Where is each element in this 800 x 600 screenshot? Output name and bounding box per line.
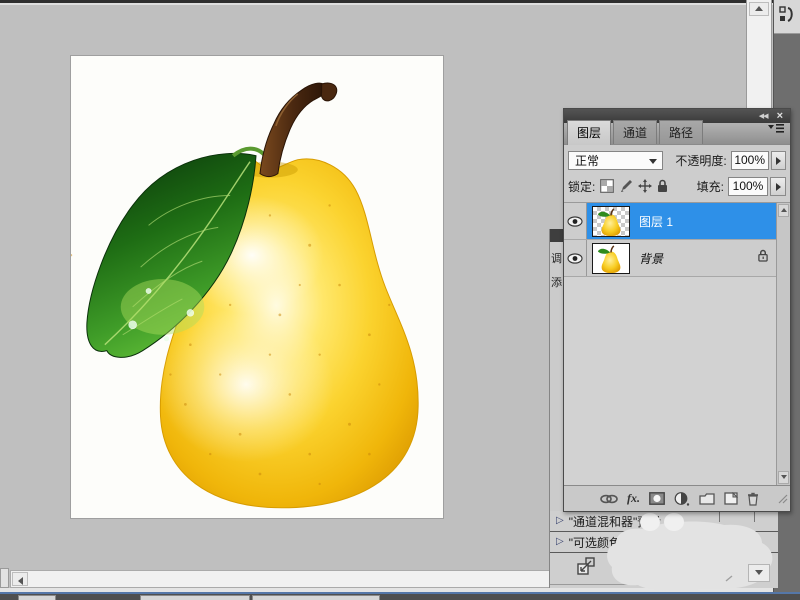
photoshop-workspace: 调 添 ▷ "通道混和器"预设 ▷ "可选颜色"预设: [0, 0, 800, 600]
layer-name[interactable]: 背景: [639, 250, 663, 267]
right-arrow-icon: [776, 183, 781, 191]
delete-layer-icon[interactable]: [747, 492, 759, 506]
layers-panel: ◀◀ × 图层 通道 路径 正常 不: [563, 108, 791, 512]
layers-panel-body: 正常 不透明度: 100% 锁定:: [564, 145, 790, 511]
layer-row-background[interactable]: 背景: [564, 240, 790, 277]
hidden-panel-header-edge: [550, 229, 563, 242]
opacity-input[interactable]: 100%: [731, 151, 769, 170]
panel-resize-grip[interactable]: [778, 491, 788, 509]
panel-menu-icon[interactable]: [768, 121, 784, 139]
pear-artwork: [71, 56, 443, 518]
lock-paint-brush-icon[interactable]: [619, 179, 633, 193]
taskbar-edge: [0, 594, 800, 600]
dock-header[interactable]: [774, 0, 800, 34]
taskbar-item[interactable]: [140, 595, 250, 600]
down-arrow-icon: [755, 570, 763, 575]
expand-dock-icon: [779, 5, 795, 25]
collapse-panel-icon[interactable]: ◀◀: [759, 113, 768, 120]
hidden-panel-char-1: 调: [550, 250, 563, 266]
layer-mask-icon[interactable]: [649, 492, 665, 505]
new-layer-icon[interactable]: [724, 492, 738, 505]
disclosure-triangle-icon[interactable]: ▷: [556, 537, 564, 547]
left-arrow-icon: [18, 577, 23, 585]
fill-slider-button[interactable]: [770, 177, 786, 196]
close-panel-icon[interactable]: ×: [777, 111, 783, 122]
scroll-down-button[interactable]: [748, 564, 770, 582]
chevron-down-icon: [649, 159, 657, 164]
tab-layers[interactable]: 图层: [567, 120, 611, 145]
lock-position-move-icon[interactable]: [638, 179, 652, 193]
list-scroll-up-button[interactable]: [778, 204, 789, 217]
up-arrow-icon: [781, 208, 787, 212]
background-lock-icon: [758, 249, 768, 267]
blend-mode-value: 正常: [575, 152, 599, 169]
lock-label: 锁定:: [568, 178, 595, 195]
right-arrow-icon: [776, 157, 781, 165]
resize-panel-icon[interactable]: [575, 557, 597, 582]
layer-thumbnail[interactable]: [592, 243, 630, 274]
taskbar-item[interactable]: [18, 595, 56, 600]
lock-all-icon[interactable]: [657, 179, 668, 193]
visibility-toggle[interactable]: [564, 203, 587, 239]
layer-row-layer1[interactable]: 图层 1: [564, 203, 790, 240]
lock-transparency-icon[interactable]: [600, 179, 614, 193]
disclosure-triangle-icon[interactable]: ▷: [556, 516, 564, 526]
visibility-toggle[interactable]: [564, 240, 587, 276]
down-arrow-icon: [781, 475, 787, 479]
link-layers-icon[interactable]: [600, 494, 618, 504]
layers-list: 图层 1: [564, 202, 790, 485]
layer-thumbnail[interactable]: [592, 206, 630, 237]
hidden-panel-char-2: 添: [550, 274, 563, 290]
opacity-slider-button[interactable]: [771, 151, 786, 170]
scroll-up-button[interactable]: [749, 2, 769, 16]
fill-label: 填充:: [697, 178, 724, 195]
hidden-panel-edge[interactable]: 调 添: [549, 229, 563, 511]
layers-bottom-bar: fx.: [564, 485, 790, 511]
taskbar-item[interactable]: [252, 595, 380, 600]
adjustment-layer-icon[interactable]: [674, 492, 690, 506]
panel-tab-bar: 图层 通道 路径: [564, 123, 790, 145]
tab-paths[interactable]: 路径: [659, 120, 703, 144]
list-scroll-down-button[interactable]: [778, 471, 789, 484]
blend-mode-select[interactable]: 正常: [568, 151, 663, 170]
scroll-left-button[interactable]: [12, 572, 28, 586]
tab-channels[interactable]: 通道: [613, 120, 657, 144]
layer-name[interactable]: 图层 1: [639, 213, 673, 230]
scrollbar-corner: [0, 568, 9, 588]
window-top-highlight: [0, 3, 800, 5]
up-arrow-icon: [755, 6, 763, 11]
eye-icon: [567, 216, 583, 227]
layer-effects-icon[interactable]: fx.: [627, 491, 640, 506]
layers-list-scrollbar[interactable]: [776, 203, 790, 485]
eye-icon: [567, 253, 583, 264]
opacity-label: 不透明度:: [675, 152, 726, 169]
fill-input[interactable]: 100%: [728, 177, 768, 196]
new-group-icon[interactable]: [699, 493, 715, 505]
document-canvas[interactable]: [70, 55, 444, 519]
